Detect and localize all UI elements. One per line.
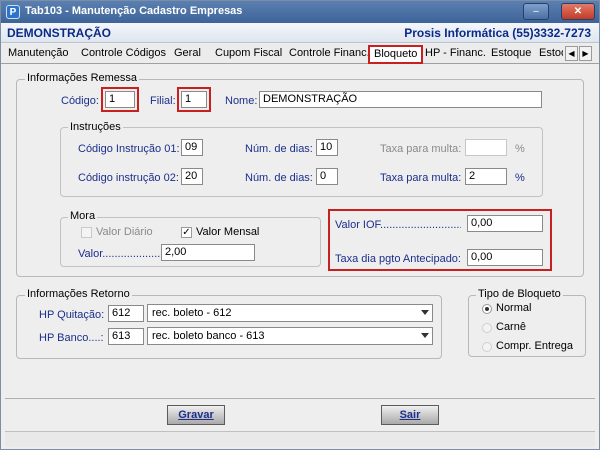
tipo-bloqueto-legend: Tipo de Bloqueto — [476, 288, 563, 300]
tipo-carne-radio[interactable] — [482, 323, 492, 333]
taxa-antecipado-input[interactable]: 0,00 — [467, 249, 543, 266]
valor-iof-input[interactable]: 0,00 — [467, 215, 543, 232]
codigo-instrucao-02-label: Código instrução 02: — [78, 172, 179, 184]
tab-scroll-right-icon[interactable]: ▶ — [579, 46, 592, 61]
tipo-compr-entrega-label: Compr. Entrega — [496, 340, 574, 352]
tipo-normal-radio[interactable] — [482, 304, 492, 314]
hp-banco-select[interactable]: rec. boleto banco - 613 — [147, 327, 433, 345]
valor-mensal-label: Valor Mensal — [196, 226, 260, 238]
hp-banco-code-input[interactable]: 613 — [108, 328, 144, 345]
hp-quitacao-code-input[interactable]: 612 — [108, 305, 144, 322]
sair-button[interactable]: Sair — [381, 405, 439, 425]
codigo-instrucao-02-input[interactable]: 20 — [181, 168, 203, 185]
mora-valor-input[interactable]: 2,00 — [161, 244, 255, 261]
filial-input[interactable]: 1 — [181, 91, 207, 108]
tab-estoque[interactable]: Estoque — [491, 46, 531, 63]
num-dias-2-label: Núm. de dias: — [245, 172, 313, 184]
tipo-carne-label: Carnê — [496, 321, 526, 333]
codigo-input[interactable]: 1 — [105, 91, 135, 108]
remessa-legend: Informações Remessa — [25, 72, 140, 84]
hp-quitacao-select-value: rec. boleto - 612 — [152, 307, 232, 319]
tab-scroll-left-icon[interactable]: ◀ — [565, 46, 578, 61]
vendor-info: Prosis Informática (55)3332-7273 — [404, 26, 591, 40]
chevron-down-icon — [421, 310, 429, 315]
mora-valor-label: Valor.....................: — [78, 248, 170, 260]
instrucoes-group — [60, 127, 543, 197]
hp-quitacao-select[interactable]: rec. boleto - 612 — [147, 304, 433, 322]
hp-banco-select-value: rec. boleto banco - 613 — [152, 330, 265, 342]
window-title: Tab103 - Manutenção Cadastro Empresas — [25, 5, 243, 17]
valor-diario-label: Valor Diário — [96, 226, 153, 238]
valor-iof-label: Valor IOF..............................: — [335, 219, 461, 231]
nome-input[interactable]: DEMONSTRAÇÃO — [259, 91, 542, 108]
tab-cupom-fiscal[interactable]: Cupom Fiscal — [215, 46, 282, 63]
main-window: P Tab103 - Manutenção Cadastro Empresas … — [0, 0, 600, 450]
tab-bar: Manutenção Controle Códigos Geral Cupom … — [1, 44, 599, 64]
valor-diario-checkbox[interactable] — [81, 227, 92, 238]
num-dias-2-input[interactable]: 0 — [316, 168, 338, 185]
status-bar — [5, 431, 595, 447]
close-button[interactable]: ✕ — [561, 3, 595, 20]
filial-label: Filial: — [150, 95, 176, 107]
taxa-multa-1-pct: % — [515, 143, 525, 155]
minimize-button[interactable]: – — [523, 3, 549, 20]
codigo-instrucao-01-label: Código Instrução 01: — [78, 143, 180, 155]
codigo-label: Código: — [61, 95, 99, 107]
tab-bloqueto[interactable]: Bloqueto — [368, 45, 424, 64]
chevron-down-icon — [421, 333, 429, 338]
taxa-multa-2-input[interactable]: 2 — [465, 168, 507, 185]
num-dias-1-input[interactable]: 10 — [316, 139, 338, 156]
taxa-multa-1-label: Taxa para multa: — [380, 143, 462, 155]
taxa-multa-1-input[interactable] — [465, 139, 507, 156]
valor-mensal-checkbox[interactable]: ✓ — [181, 227, 192, 238]
taxa-multa-2-label: Taxa para multa: — [380, 172, 462, 184]
app-logo-icon: P — [6, 5, 20, 19]
tipo-normal-label: Normal — [496, 302, 532, 314]
company-header: DEMONSTRAÇÃO Prosis Informática (55)3332… — [1, 23, 599, 43]
tab-geral[interactable]: Geral — [174, 46, 201, 63]
taxa-multa-2-pct: % — [515, 172, 525, 184]
retorno-legend: Informações Retorno — [25, 288, 132, 300]
hp-banco-label: HP Banco....: — [39, 332, 104, 344]
nome-label: Nome: — [225, 95, 258, 107]
mora-legend: Mora — [68, 210, 98, 222]
tab-controle-financ[interactable]: Controle Financ. — [289, 46, 370, 63]
hp-quitacao-label: HP Quitação: — [39, 309, 105, 321]
taxa-antecipado-label: Taxa dia pgto Antecipado: — [335, 253, 461, 265]
tab-estoq-truncated[interactable]: Estoq — [539, 46, 563, 63]
tipo-compr-entrega-radio[interactable] — [482, 342, 492, 352]
company-name: DEMONSTRAÇÃO — [7, 26, 111, 40]
tab-manutencao[interactable]: Manutenção — [8, 46, 69, 63]
num-dias-1-label: Núm. de dias: — [245, 143, 313, 155]
title-bar[interactable]: P Tab103 - Manutenção Cadastro Empresas … — [1, 1, 599, 23]
codigo-instrucao-01-input[interactable]: 09 — [181, 139, 203, 156]
tab-hp-financ[interactable]: HP - Financ. — [425, 46, 486, 63]
tab-controle-codigos[interactable]: Controle Códigos — [81, 46, 166, 63]
gravar-button[interactable]: Gravar — [167, 405, 225, 425]
instrucoes-legend: Instruções — [68, 121, 123, 133]
bottom-divider — [5, 398, 595, 399]
